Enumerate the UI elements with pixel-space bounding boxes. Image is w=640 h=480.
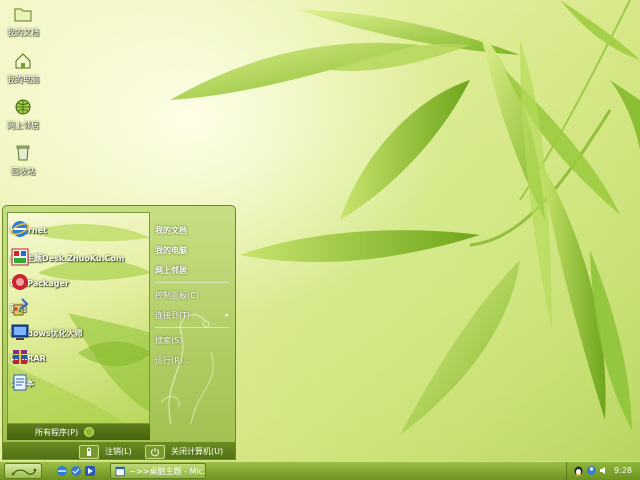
key-icon (79, 444, 99, 459)
taskbar-window-title: ~>>桌酷主题 - Mic... (129, 466, 205, 476)
winrar-icon (13, 350, 27, 364)
menu-separator (155, 282, 229, 283)
media-player-icon[interactable] (84, 465, 96, 477)
pinned-item-notepad[interactable]: 记事本 (10, 372, 148, 394)
places-item-network[interactable]: 网上邻居 (155, 265, 187, 276)
home-computer-icon (15, 53, 31, 69)
places-item-control-panel[interactable]: 控制面板(C) (155, 290, 199, 301)
shutdown-label: 关闭计算机(U) (171, 447, 224, 456)
folder-icon (14, 8, 32, 22)
document-icon (115, 466, 125, 476)
desktop-icon-recycle-bin[interactable]: 回收站 (0, 143, 53, 177)
paint-icon (13, 298, 29, 316)
taskbar-window-button[interactable]: ~>>桌酷主题 - Mic... (110, 463, 206, 479)
start-logo-icon (11, 468, 37, 476)
logoff-label: 注销(L) (105, 447, 132, 456)
recycle-bin-icon (16, 145, 30, 161)
network-globe-icon (15, 99, 31, 115)
pinned-programs-pane: Internet 桌面主题Desk.ZhuoKu.Com WinPackager… (7, 212, 150, 424)
show-desktop-icon[interactable] (70, 465, 82, 477)
logoff-button[interactable]: 注销(L) (79, 444, 132, 459)
all-programs-button[interactable]: 所有程序(P) (7, 424, 150, 440)
all-programs-label: 所有程序(P) (35, 427, 79, 437)
places-pane: 我的文档 我的电脑 网上邻居 控制面板(C) 连接到(T) ▸ 搜索(S) 运行… (151, 212, 233, 424)
places-item-my-documents[interactable]: 我的文档 (155, 225, 187, 236)
packager-icon (12, 274, 28, 290)
places-item-my-computer[interactable]: 我的电脑 (155, 245, 187, 256)
places-item-run[interactable]: 运行(R)... (155, 355, 190, 366)
taskbar: ~>>桌酷主题 - Mic... 9:28 (0, 461, 640, 480)
start-menu: Internet 桌面主题Desk.ZhuoKu.Com WinPackager… (2, 205, 236, 460)
start-menu-footer: 注销(L) 关闭计算机(U) (3, 442, 235, 459)
messenger-icon[interactable] (586, 465, 597, 476)
submenu-arrow-icon: ▸ (225, 311, 229, 319)
system-tray: 9:28 (566, 462, 640, 480)
places-item-search[interactable]: 搜索(S) (155, 335, 182, 346)
desktop-icon-label: 我的电脑 (7, 75, 39, 84)
desktop-icon-label: 回收站 (11, 167, 35, 176)
qq-penguin-icon[interactable] (573, 465, 584, 476)
desktop-icon-my-documents[interactable]: 我的文档 (0, 4, 53, 38)
notepad-icon (13, 374, 27, 391)
arrow-right-icon (84, 427, 95, 437)
ie-quicklaunch-icon[interactable] (56, 465, 68, 477)
speaker-icon[interactable] (599, 466, 608, 475)
pinned-item-internet[interactable]: Internet (10, 219, 148, 241)
clock[interactable]: 9:28 (614, 466, 632, 475)
pinned-item-winrar[interactable]: WinRAR (10, 347, 148, 369)
pinned-item-theme-app[interactable]: 桌面主题Desk.ZhuoKu.Com (10, 247, 148, 269)
desktop-icon-label: 我的文档 (7, 28, 39, 37)
start-button[interactable] (4, 463, 42, 479)
menu-separator (155, 327, 229, 328)
desktop-icon-network[interactable]: 网上邻居 (0, 97, 53, 131)
desktop-icon-label: 网上邻居 (7, 121, 39, 130)
power-icon (145, 444, 165, 459)
desktop-icon-my-computer[interactable]: 我的电脑 (0, 51, 53, 85)
pinned-item-paint[interactable]: 画图 (10, 297, 148, 319)
places-item-connect-to[interactable]: 连接到(T) (155, 310, 190, 321)
pinned-item-winpackager[interactable]: WinPackager (10, 272, 148, 294)
theme-app-icon (11, 248, 29, 266)
optimizer-icon (11, 324, 29, 340)
shutdown-button[interactable]: 关闭计算机(U) (145, 444, 223, 459)
pinned-item-optimizer[interactable]: Windows优化大师 (10, 322, 148, 344)
ie-browser-icon (10, 221, 30, 237)
